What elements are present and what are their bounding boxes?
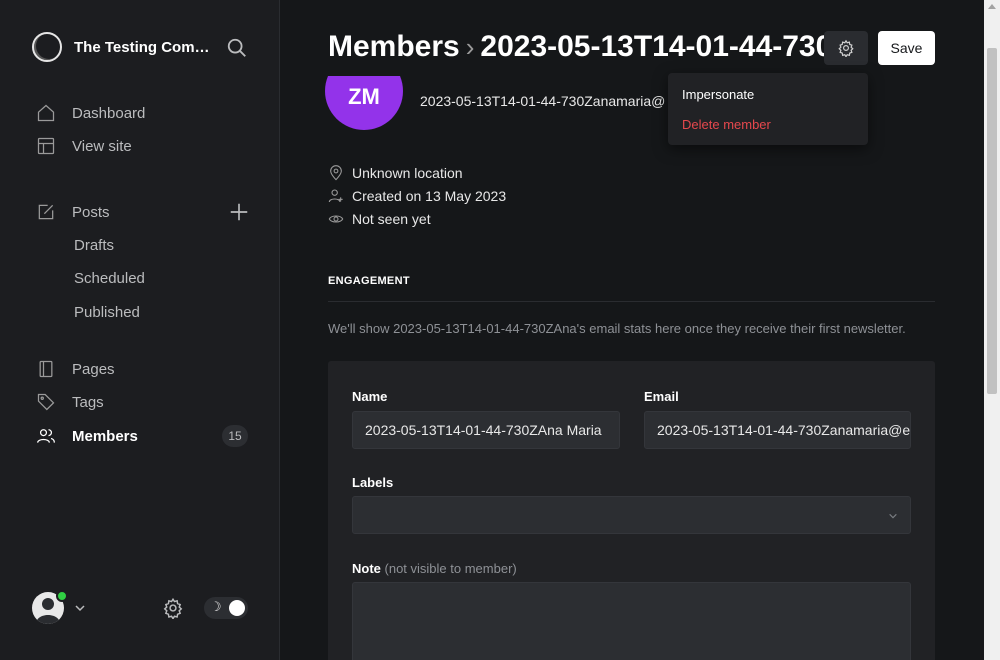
nav-pages-label: Pages [72,360,115,378]
scrollbar-thumb[interactable] [987,48,997,394]
chevron-down-icon [889,513,897,519]
nav-pages[interactable]: Pages [36,357,115,381]
member-actions-button[interactable] [824,31,868,65]
engagement-heading: ENGAGEMENT [328,275,410,287]
nav-tags[interactable]: Tags [36,390,104,414]
nav-published[interactable]: Published [74,304,140,321]
note-label-text: Note [352,561,381,576]
location-pin-icon [330,165,342,181]
nav-members-label: Members [72,427,138,445]
members-icon [37,429,55,443]
layout-icon [37,137,55,155]
delete-member-menu-item[interactable]: Delete member [682,117,771,132]
nav-dashboard-label: Dashboard [72,104,146,122]
nav-view-site-label: View site [72,137,132,155]
member-created: Created on 13 May 2023 [328,188,506,204]
moon-icon: ☽ [210,600,222,615]
save-button[interactable]: Save [878,31,935,65]
pages-icon [39,360,53,378]
nav-posts-label: Posts [72,203,110,221]
impersonate-menu-item[interactable]: Impersonate [682,87,754,102]
user-add-icon [328,189,343,203]
chevron-down-icon[interactable] [74,602,86,614]
email-label: Email [644,389,679,404]
site-brand[interactable]: The Testing Com… [32,32,210,62]
breadcrumb-separator: › [465,32,475,62]
toggle-knob [229,600,245,616]
scroll-up-icon[interactable] [988,4,996,9]
member-location: Unknown location [328,165,463,181]
members-count-badge: 15 [222,425,248,447]
member-detail: ZM 2023-05-13T14-01-44-730Zanamaria@ Mem… [281,0,984,660]
breadcrumb-members[interactable]: Members [328,30,460,63]
member-location-text: Unknown location [352,165,463,181]
gear-icon[interactable] [162,597,184,619]
tag-icon [37,393,55,411]
online-status-dot [56,590,68,602]
member-form-card: Name 2023-05-13T14-01-44-730ZAna Maria E… [328,361,935,660]
breadcrumb-current: 2023-05-13T14-01-44-730ZAna Maria [480,30,824,63]
home-icon [37,104,55,122]
add-post-icon[interactable] [228,201,250,223]
gear-icon [838,39,854,57]
nav-tags-label: Tags [72,393,104,411]
site-logo [32,32,62,62]
note-label: Note (not visible to member) [352,561,517,576]
member-last-seen-text: Not seen yet [352,211,431,227]
member-actions-menu: Impersonate Delete member [668,73,868,145]
dark-mode-toggle[interactable]: ☽ [204,597,248,619]
name-field[interactable]: 2023-05-13T14-01-44-730ZAna Maria [352,411,620,449]
note-hint: (not visible to member) [384,561,517,576]
nav-dashboard[interactable]: Dashboard [36,101,145,125]
nav-view-site[interactable]: View site [36,134,132,158]
email-field[interactable]: 2023-05-13T14-01-44-730Zanamaria@example… [644,411,911,449]
page-scrollbar[interactable] [984,0,1000,660]
divider [328,301,935,302]
member-email-heading: 2023-05-13T14-01-44-730Zanamaria@ [420,93,666,109]
page-title: Members›2023-05-13T14-01-44-730ZAna Mari… [328,30,824,64]
note-textarea[interactable] [352,582,911,660]
search-icon[interactable] [226,37,248,59]
nav-scheduled[interactable]: Scheduled [74,270,145,287]
sidebar: The Testing Com… Dashboard View site Pos… [0,0,280,660]
labels-select[interactable] [352,496,911,534]
member-last-seen: Not seen yet [328,211,431,227]
admin-app: The Testing Com… Dashboard View site Pos… [0,0,1000,660]
member-created-text: Created on 13 May 2023 [352,188,507,204]
user-avatar[interactable] [32,590,68,626]
labels-label: Labels [352,475,394,490]
nav-members[interactable]: Members [36,424,138,448]
name-label: Name [352,389,388,404]
nav-drafts[interactable]: Drafts [74,237,114,254]
site-name: The Testing Com… [74,38,210,56]
nav-posts[interactable]: Posts [36,200,110,224]
eye-icon [328,215,344,223]
edit-icon [38,204,54,220]
engagement-empty-text: We'll show 2023-05-13T14-01-44-730ZAna's… [328,321,906,336]
